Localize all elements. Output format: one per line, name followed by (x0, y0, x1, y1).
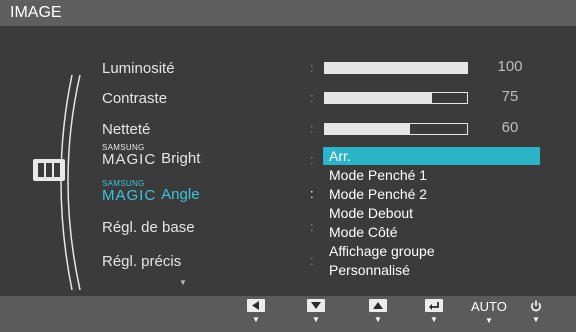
sharpness-slider[interactable] (324, 123, 468, 135)
title-bar: IMAGE (0, 0, 576, 26)
separator: : (310, 253, 314, 268)
magic-angle-dropdown: Arr. Mode Penché 1 Mode Penché 2 Mode De… (319, 143, 540, 286)
magic-angle-label: Angle (161, 186, 200, 203)
down-arrow-icon (307, 299, 325, 312)
separator: : (310, 152, 314, 167)
separator: : (310, 90, 314, 105)
dropdown-option[interactable]: Mode Debout (323, 204, 540, 222)
separator: : (310, 219, 314, 234)
separator: : (310, 121, 314, 136)
up-button[interactable]: ▼ (369, 299, 387, 325)
picture-category-icon[interactable] (33, 159, 65, 181)
enter-icon (425, 299, 443, 312)
chevron-down-icon: ▼ (374, 315, 382, 324)
contrast-slider-fill (325, 93, 432, 103)
chevron-down-icon: ▼ (484, 316, 493, 325)
menu-item-contraste[interactable]: Contraste (102, 90, 167, 108)
separator: : (310, 186, 314, 201)
dropdown-option[interactable]: Affichage groupe (323, 242, 540, 260)
auto-button[interactable]: AUTO ▼ (471, 300, 507, 326)
menu-item-regl-precis[interactable]: Régl. précis (102, 253, 181, 271)
osd-window: IMAGE Luminosité : 100 Contraste : 75 Ne… (0, 0, 576, 332)
down-button[interactable]: ▼ (307, 299, 325, 325)
menu-item-regl-de-base[interactable]: Régl. de base (102, 219, 195, 237)
dropdown-option[interactable]: Mode Côté (323, 223, 540, 241)
power-button[interactable]: ▼ (527, 299, 545, 325)
separator: : (310, 60, 314, 75)
menu-item-luminosite[interactable]: Luminosité (102, 60, 175, 78)
enter-button[interactable]: ▼ (425, 299, 443, 325)
up-arrow-icon (369, 299, 387, 312)
contrast-value: 75 (501, 88, 519, 105)
samsung-magic-logo: SAMSUNG MAGIC (102, 179, 157, 204)
menu-item-nettete[interactable]: Netteté (102, 121, 150, 139)
left-button[interactable]: ▼ (247, 299, 265, 325)
page-title: IMAGE (10, 4, 62, 21)
menu-item-magic-angle[interactable]: SAMSUNG MAGIC Angle (102, 179, 200, 204)
chevron-down-icon: ▼ (532, 315, 540, 324)
auto-label: AUTO (471, 299, 507, 314)
brightness-slider-fill (325, 63, 467, 73)
dropdown-option[interactable]: Personnalisé (323, 261, 540, 279)
sharpness-slider-fill (325, 124, 411, 134)
scroll-down-indicator[interactable]: ▼ (179, 278, 187, 287)
contrast-slider[interactable] (324, 92, 468, 104)
button-guide-bar: ▼ ▼ ▼ ▼ AUTO ▼ ▼ (0, 296, 576, 332)
brightness-value: 100 (497, 58, 523, 75)
magic-bright-label: Bright (161, 150, 201, 167)
menu-item-magic-bright[interactable]: SAMSUNG MAGIC Bright (102, 143, 201, 168)
chevron-down-icon: ▼ (430, 315, 438, 324)
chevron-down-icon: ▼ (312, 315, 320, 324)
power-icon (527, 299, 545, 312)
dropdown-option[interactable]: Mode Penché 2 (323, 185, 540, 203)
left-arrow-icon (247, 299, 265, 312)
samsung-magic-logo: SAMSUNG MAGIC (102, 143, 157, 168)
chevron-down-icon: ▼ (252, 315, 260, 324)
dropdown-option[interactable]: Mode Penché 1 (323, 166, 540, 184)
sharpness-value: 60 (501, 119, 519, 136)
brightness-slider[interactable] (324, 62, 468, 74)
dropdown-option[interactable]: Arr. (323, 147, 540, 165)
